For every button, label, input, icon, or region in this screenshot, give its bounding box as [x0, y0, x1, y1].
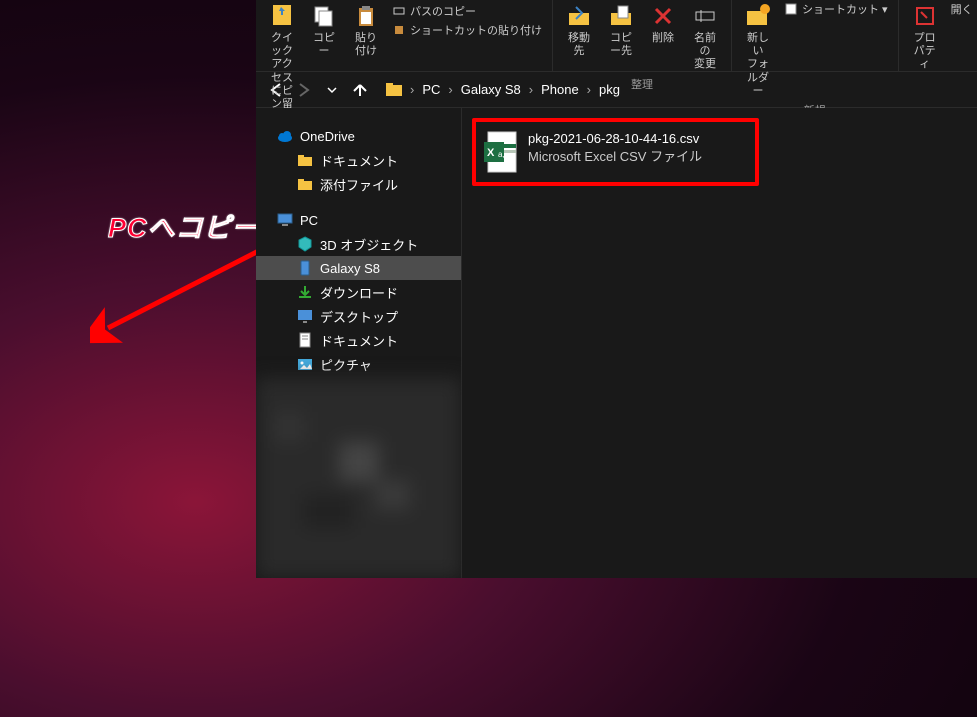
rename-icon — [691, 2, 719, 30]
file-item-csv[interactable]: X a, pkg-2021-06-28-10-44-16.csv Microso… — [472, 118, 759, 186]
sidebar-item-label: ピクチャ — [320, 355, 372, 374]
ribbon-paste-shortcut[interactable]: ショートカットの貼り付け — [388, 21, 546, 39]
ribbon-properties[interactable]: プロパティ — [905, 0, 945, 74]
pc-icon — [276, 211, 294, 229]
sidebar-item-ドキュメント[interactable]: ドキュメント — [256, 148, 461, 172]
ribbon-label: 削除 — [652, 32, 674, 45]
properties-icon — [911, 2, 939, 30]
sidebar-item-label: Galaxy S8 — [320, 261, 380, 276]
sidebar-item-label: ダウンロード — [320, 283, 398, 302]
sidebar-item-label: 3D オブジェクト — [320, 235, 418, 254]
ribbon-label: 貼り付け — [352, 32, 380, 58]
ribbon-copy-to[interactable]: コピー先 — [601, 0, 641, 74]
sidebar-item-label: 添付ファイル — [320, 175, 398, 194]
sidebar-item-galaxy-s8[interactable]: Galaxy S8 — [256, 256, 461, 280]
ribbon-label: コピー — [310, 32, 338, 58]
ribbon-open[interactable]: 開く — [947, 0, 977, 18]
svg-text:a,: a, — [498, 150, 505, 159]
ribbon-move-to[interactable]: 移動先 — [559, 0, 599, 74]
sidebar-item-ダウンロード[interactable]: ダウンロード — [256, 280, 461, 304]
sidebar-item-3d-オブジェクト[interactable]: 3D オブジェクト — [256, 232, 461, 256]
sidebar-item-pc[interactable]: PC — [256, 208, 461, 232]
ribbon-copy-path[interactable]: パスのコピー — [388, 2, 546, 20]
folder-icon — [296, 151, 314, 169]
ribbon-rename[interactable]: 名前の 変更 — [685, 0, 725, 74]
sidebar-item-添付ファイル[interactable]: 添付ファイル — [256, 172, 461, 196]
svg-text:X: X — [487, 147, 495, 159]
cloud-icon — [276, 127, 294, 145]
shortcut-icon — [784, 2, 798, 16]
ribbon-group-label: 整理 — [631, 74, 653, 94]
ribbon-toolbar: クイック アクセス にピン留めする コピー 貼り付け — [256, 0, 977, 72]
delete-icon — [649, 2, 677, 30]
file-list[interactable]: X a, pkg-2021-06-28-10-44-16.csv Microso… — [462, 108, 977, 578]
paste-icon — [352, 2, 380, 30]
sidebar-item-ドキュメント[interactable]: ドキュメント — [256, 328, 461, 352]
pin-icon — [268, 2, 296, 30]
ribbon-delete[interactable]: 削除 — [643, 0, 683, 74]
ribbon-label: パスのコピー — [410, 3, 476, 19]
breadcrumb-item[interactable]: pkg — [595, 80, 624, 99]
pictures-icon — [296, 355, 314, 373]
shortcut-paste-icon — [392, 23, 406, 37]
sidebar-tree: OneDrive ドキュメント添付ファイル PC3D オブジェクト Galaxy S8… — [256, 108, 462, 578]
sidebar-item-label: ドキュメント — [320, 331, 398, 350]
3d-icon — [296, 235, 314, 253]
copyto-icon — [607, 2, 635, 30]
sidebar-item-label: ドキュメント — [320, 151, 398, 170]
redacted-area — [256, 378, 461, 578]
moveto-icon — [565, 2, 593, 30]
ribbon-label: 移動先 — [565, 32, 593, 58]
copy-icon — [310, 2, 338, 30]
ribbon-label: ショートカットの貼り付け — [410, 22, 542, 38]
sidebar-item-デスクトップ[interactable]: デスクトップ — [256, 304, 461, 328]
ribbon-shortcut[interactable]: ショートカット ▾ — [780, 0, 892, 18]
file-explorer-window: クイック アクセス にピン留めする コピー 貼り付け — [256, 0, 977, 578]
newfolder-icon — [744, 2, 772, 30]
ribbon-label: コピー先 — [607, 32, 635, 58]
file-type: Microsoft Excel CSV ファイル — [528, 148, 702, 166]
sidebar-item-ピクチャ[interactable]: ピクチャ — [256, 352, 461, 376]
device-icon — [296, 259, 314, 277]
file-name: pkg-2021-06-28-10-44-16.csv — [528, 130, 702, 148]
ribbon-label: ショートカット ▾ — [802, 1, 888, 17]
ribbon-label: 名前の 変更 — [691, 32, 719, 72]
download-icon — [296, 283, 314, 301]
ribbon-label: プロパティ — [911, 32, 939, 72]
breadcrumb-separator: › — [585, 82, 593, 97]
excel-csv-icon: X a, — [484, 130, 518, 174]
ribbon-label: 開く — [951, 1, 973, 17]
sidebar-item-label: デスクトップ — [320, 307, 398, 326]
ribbon-new-folder[interactable]: 新しい フォルダー — [738, 0, 778, 100]
sidebar-item-label: OneDrive — [300, 129, 355, 144]
desktop-icon — [296, 307, 314, 325]
doc-icon — [296, 331, 314, 349]
sidebar-item-label: PC — [300, 213, 318, 228]
annotation-text: PCへコピー — [108, 206, 260, 245]
sidebar-item-onedrive[interactable]: OneDrive — [256, 124, 461, 148]
folder-icon — [296, 175, 314, 193]
ribbon-label: 新しい フォルダー — [744, 32, 772, 98]
path-icon — [392, 4, 406, 18]
